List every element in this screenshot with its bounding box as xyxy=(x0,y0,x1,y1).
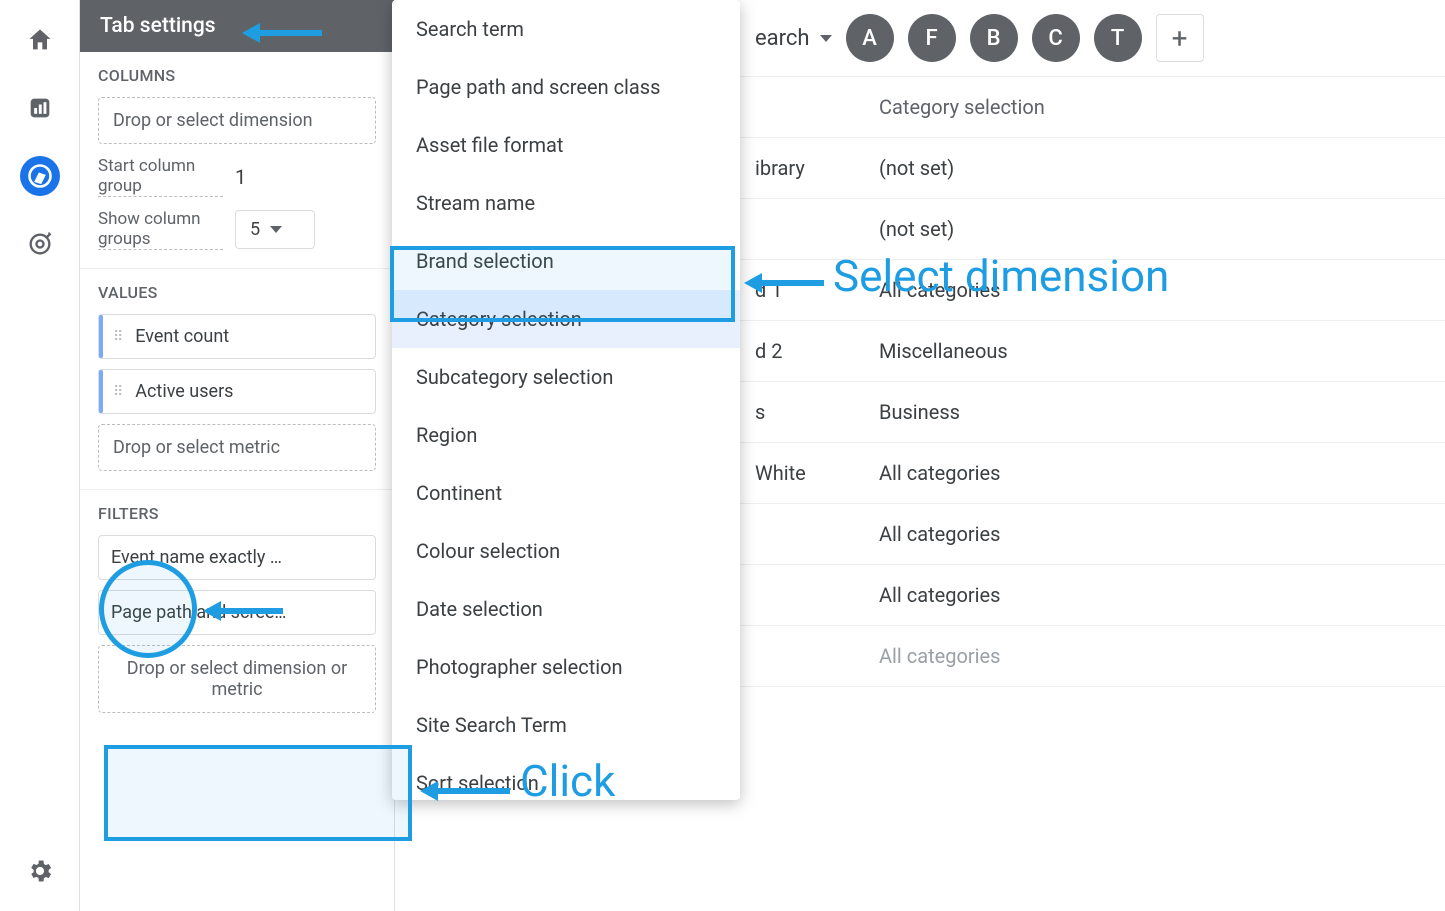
filters-section: FILTERS Event name exactly … Page path an… xyxy=(80,490,394,731)
table-header-b: Category selection xyxy=(865,77,1445,137)
filter-chip[interactable]: Page path and scree… xyxy=(98,590,376,635)
start-column-group-label: Start column group xyxy=(98,156,223,197)
dimension-option[interactable]: Category selection xyxy=(392,290,740,348)
segment-chip[interactable]: earch xyxy=(755,26,832,51)
value-chip[interactable]: ⠿ Event count xyxy=(98,314,376,359)
cell-b: All categories xyxy=(865,626,1445,686)
dimension-option[interactable]: Asset file format xyxy=(392,116,740,174)
cell-b: All categories xyxy=(865,504,1445,564)
chip-label: Active users xyxy=(135,381,233,402)
tab-settings-panel: Tab settings COLUMNS Drop or select dime… xyxy=(80,0,395,911)
show-column-groups-label: Show column groups xyxy=(98,209,223,250)
show-column-groups-select[interactable]: 5 xyxy=(235,210,315,249)
segment-badge[interactable]: F xyxy=(908,14,956,62)
values-dropzone[interactable]: Drop or select metric xyxy=(98,424,376,471)
explore-icon[interactable] xyxy=(20,156,60,196)
dimension-option[interactable]: Region xyxy=(392,406,740,464)
filter-chip[interactable]: Event name exactly … xyxy=(98,535,376,580)
reports-icon[interactable] xyxy=(20,88,60,128)
dimension-option[interactable]: Page path and screen class xyxy=(392,58,740,116)
columns-dropzone[interactable]: Drop or select dimension xyxy=(98,97,376,144)
drag-handle-icon: ⠿ xyxy=(113,334,125,340)
cell-b: (not set) xyxy=(865,199,1445,259)
dimension-option[interactable]: Brand selection xyxy=(392,232,740,290)
dimension-option[interactable]: Sort selection xyxy=(392,754,740,800)
dimension-option[interactable]: Site Search Term xyxy=(392,696,740,754)
chip-label: Event name exactly … xyxy=(111,547,282,568)
chevron-down-icon xyxy=(820,35,832,42)
dimension-option[interactable]: Continent xyxy=(392,464,740,522)
cell-b: All categories xyxy=(865,443,1445,503)
filters-dropzone[interactable]: Drop or select dimension or metric xyxy=(98,645,376,713)
panel-header: Tab settings xyxy=(80,0,394,52)
cell-b: (not set) xyxy=(865,138,1445,198)
dimension-option[interactable]: Colour selection xyxy=(392,522,740,580)
value-chip[interactable]: ⠿ Active users xyxy=(98,369,376,414)
drag-handle-icon: ⠿ xyxy=(113,389,125,395)
dimension-option[interactable]: Search term xyxy=(392,0,740,58)
start-column-group-value[interactable]: 1 xyxy=(235,165,246,189)
show-column-groups-value: 5 xyxy=(250,219,260,240)
filters-label: FILTERS xyxy=(98,504,376,523)
chip-label: Page path and scree… xyxy=(111,602,286,623)
home-icon[interactable] xyxy=(20,20,60,60)
values-section: VALUES ⠿ Event count ⠿ Active users Drop or… xyxy=(80,269,394,490)
add-segment-button[interactable]: + xyxy=(1156,14,1204,62)
segment-badge[interactable]: T xyxy=(1094,14,1142,62)
segment-label: earch xyxy=(755,26,810,51)
advertising-icon[interactable] xyxy=(20,224,60,264)
cell-b: Miscellaneous xyxy=(865,321,1445,381)
cell-b: All categories xyxy=(865,260,1445,320)
segment-badge[interactable]: B xyxy=(970,14,1018,62)
dimension-option[interactable]: Date selection xyxy=(392,580,740,638)
segment-badge[interactable]: A xyxy=(846,14,894,62)
columns-label: COLUMNS xyxy=(98,66,376,85)
dimension-option[interactable]: Photographer selection xyxy=(392,638,740,696)
cell-b: Business xyxy=(865,382,1445,442)
left-rail xyxy=(0,0,80,911)
dimension-option[interactable]: Stream name xyxy=(392,174,740,232)
cell-b: All categories xyxy=(865,565,1445,625)
dimension-dropdown-scroll[interactable]: Search termPage path and screen classAss… xyxy=(392,0,740,800)
segment-badge[interactable]: C xyxy=(1032,14,1080,62)
values-label: VALUES xyxy=(98,283,376,302)
settings-icon[interactable] xyxy=(20,851,60,891)
columns-section: COLUMNS Drop or select dimension Start c… xyxy=(80,52,394,269)
chip-label: Event count xyxy=(135,326,229,347)
chevron-down-icon xyxy=(270,226,282,233)
dimension-dropdown: Search termPage path and screen classAss… xyxy=(392,0,740,800)
dimension-option[interactable]: Subcategory selection xyxy=(392,348,740,406)
